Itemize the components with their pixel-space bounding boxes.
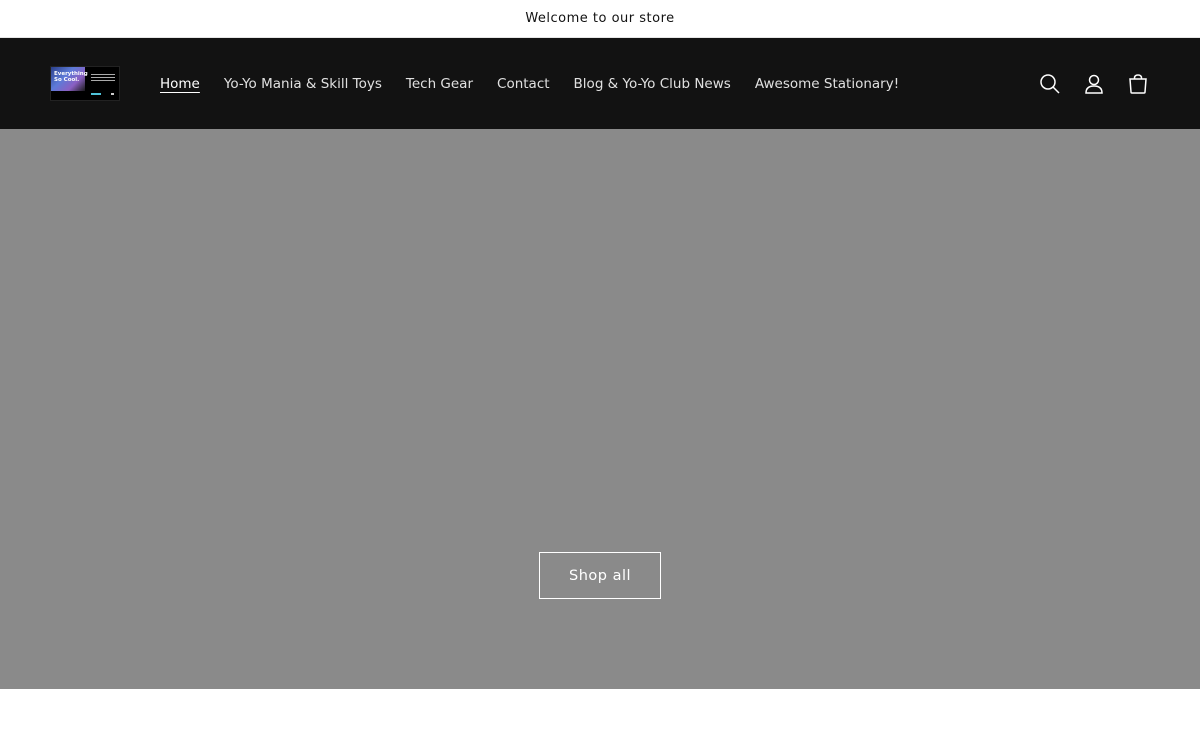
- search-icon[interactable]: [1038, 72, 1062, 96]
- nav-item-tech-gear[interactable]: Tech Gear: [394, 76, 485, 92]
- site-header: Everything So Cool. Home Yo-Yo Mania & S…: [0, 38, 1200, 129]
- announcement-bar: Welcome to our store: [0, 0, 1200, 38]
- below-hero-area: [0, 689, 1200, 740]
- account-icon[interactable]: [1082, 72, 1106, 96]
- cart-icon[interactable]: [1126, 72, 1150, 96]
- logo-text: Everything So Cool.: [54, 71, 88, 83]
- nav-item-home[interactable]: Home: [160, 76, 212, 92]
- nav-item-yoyo-mania[interactable]: Yo-Yo Mania & Skill Toys: [212, 76, 394, 92]
- nav-item-blog[interactable]: Blog & Yo-Yo Club News: [562, 76, 743, 92]
- hero-banner: Shop all: [0, 129, 1200, 689]
- logo-accent: [91, 93, 101, 95]
- store-logo[interactable]: Everything So Cool.: [50, 66, 120, 101]
- main-nav: Home Yo-Yo Mania & Skill Toys Tech Gear …: [160, 76, 911, 92]
- logo-accent-small: [111, 93, 114, 95]
- logo-decoration: [91, 74, 115, 83]
- shop-all-button[interactable]: Shop all: [539, 552, 661, 599]
- nav-item-stationary[interactable]: Awesome Stationary!: [743, 76, 911, 92]
- nav-item-contact[interactable]: Contact: [485, 76, 562, 92]
- announcement-text: Welcome to our store: [525, 11, 675, 26]
- header-icons: [1038, 72, 1150, 96]
